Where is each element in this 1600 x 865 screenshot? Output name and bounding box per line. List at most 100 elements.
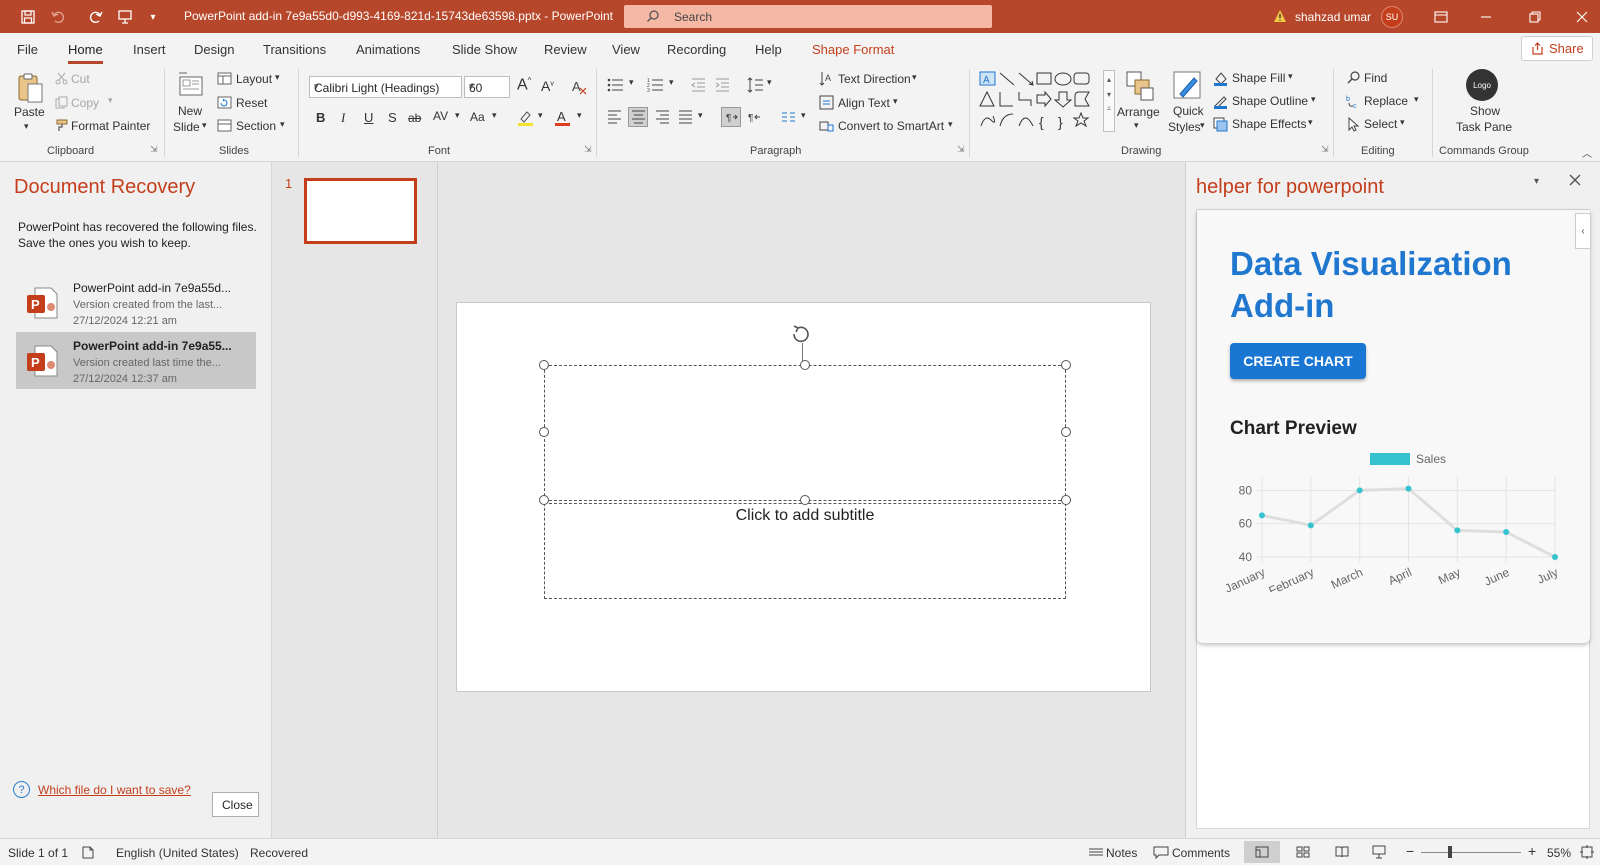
- zoom-level[interactable]: 55%: [1547, 846, 1571, 860]
- customize-qat-icon[interactable]: ▾: [143, 7, 163, 27]
- arrange-icon[interactable]: [1124, 69, 1156, 103]
- line-spacing-icon[interactable]: [746, 76, 764, 94]
- reading-view-icon[interactable]: [1335, 846, 1349, 858]
- tab-file[interactable]: File: [17, 42, 38, 57]
- new-slide-icon[interactable]: [177, 70, 205, 102]
- recovered-file-item[interactable]: P PowerPoint add-in 7e9a55... Version cr…: [16, 332, 256, 389]
- italic-button[interactable]: I: [341, 110, 345, 126]
- slideshow-view-icon[interactable]: [1372, 845, 1386, 859]
- layout-button[interactable]: Layout: [236, 72, 272, 86]
- pane-options-icon[interactable]: ▾: [1534, 176, 1539, 187]
- logo-icon[interactable]: Logo: [1466, 69, 1498, 101]
- chevron-down-icon[interactable]: ▾: [1414, 94, 1419, 105]
- close-pane-icon[interactable]: [1569, 174, 1581, 186]
- close-recovery-button[interactable]: Close: [212, 792, 259, 817]
- shape-fill-button[interactable]: Shape Fill: [1232, 71, 1285, 85]
- present-icon[interactable]: [115, 7, 135, 27]
- convert-smartart-button[interactable]: Convert to SmartArt: [838, 119, 944, 133]
- chevron-down-icon[interactable]: ▾: [455, 110, 460, 121]
- ribbon-display-icon[interactable]: [1431, 7, 1451, 27]
- fit-to-window-icon[interactable]: [1580, 845, 1594, 859]
- layout-dropdown-icon[interactable]: ▾: [275, 72, 280, 83]
- chevron-left-icon[interactable]: ‹: [1575, 213, 1591, 249]
- chevron-down-icon[interactable]: ▾: [698, 110, 703, 121]
- new-slide-dropdown-icon[interactable]: ▾: [202, 120, 207, 131]
- paste-dropdown-icon[interactable]: ▾: [24, 121, 29, 132]
- slide-sorter-icon[interactable]: [1296, 846, 1310, 858]
- shape-outline-button[interactable]: Shape Outline: [1232, 94, 1308, 108]
- strikethrough-button[interactable]: ab: [408, 111, 421, 125]
- tab-shape-format[interactable]: Shape Format: [812, 42, 894, 57]
- justify-icon[interactable]: [677, 109, 693, 125]
- warning-icon[interactable]: [1273, 9, 1287, 23]
- close-window-icon[interactable]: [1572, 7, 1592, 27]
- resize-handle[interactable]: [1061, 427, 1071, 437]
- zoom-out-icon[interactable]: −: [1406, 843, 1414, 859]
- quick-styles-label-1[interactable]: Quick: [1173, 104, 1204, 118]
- resize-handle[interactable]: [1061, 360, 1071, 370]
- chevron-down-icon[interactable]: ▾: [629, 77, 634, 88]
- normal-view-icon[interactable]: [1244, 841, 1280, 863]
- zoom-slider[interactable]: [1421, 852, 1521, 853]
- tab-slide-show[interactable]: Slide Show: [452, 42, 517, 57]
- tab-view[interactable]: View: [612, 42, 640, 57]
- save-icon[interactable]: [18, 7, 38, 27]
- chevron-down-icon[interactable]: ▾: [538, 110, 543, 121]
- language[interactable]: English (United States): [116, 846, 239, 860]
- reset-button[interactable]: Reset: [236, 96, 267, 110]
- rotate-handle-icon[interactable]: [789, 322, 813, 346]
- shape-effects-button[interactable]: Shape Effects: [1232, 117, 1307, 131]
- tab-review[interactable]: Review: [544, 42, 587, 57]
- comments-button[interactable]: Comments: [1172, 846, 1230, 860]
- align-right-icon[interactable]: [654, 109, 670, 125]
- collapse-ribbon-icon[interactable]: ︿: [1582, 145, 1592, 160]
- subtitle-placeholder[interactable]: Click to add subtitle: [544, 503, 1066, 599]
- text-shadow-button[interactable]: S: [388, 110, 397, 125]
- which-file-help-link[interactable]: Which file do I want to save?: [38, 783, 191, 797]
- spelling-icon[interactable]: [82, 846, 96, 859]
- numbering-icon[interactable]: 123: [646, 77, 664, 93]
- format-painter-button[interactable]: Format Painter: [71, 119, 150, 133]
- replace-button[interactable]: Replace: [1364, 94, 1408, 108]
- paragraph-launcher-icon[interactable]: ⇲: [957, 144, 965, 155]
- cut-button[interactable]: Cut: [71, 72, 90, 86]
- tab-insert[interactable]: Insert: [133, 42, 166, 57]
- bold-button[interactable]: B: [316, 110, 325, 125]
- new-slide-label-2[interactable]: Slide: [173, 120, 200, 134]
- share-button[interactable]: Share: [1521, 36, 1593, 61]
- align-left-icon[interactable]: [606, 109, 622, 125]
- chevron-down-icon[interactable]: ▾: [1311, 94, 1316, 105]
- chevron-down-icon[interactable]: ▾: [948, 119, 953, 130]
- chevron-down-icon[interactable]: ▾: [577, 110, 582, 121]
- select-button[interactable]: Select: [1364, 117, 1397, 131]
- character-spacing-button[interactable]: AV: [433, 109, 448, 123]
- underline-button[interactable]: U: [364, 110, 373, 125]
- copy-dropdown-icon[interactable]: ▾: [108, 95, 113, 106]
- show-task-pane-label-1[interactable]: Show: [1470, 104, 1500, 118]
- chevron-down-icon[interactable]: ▾: [767, 77, 772, 88]
- new-slide-label-1[interactable]: New: [178, 104, 202, 118]
- user-name[interactable]: shahzad umar: [1295, 10, 1371, 24]
- resize-handle[interactable]: [539, 495, 549, 505]
- shapes-gallery-scroll[interactable]: ▴ ▾ ⩡: [1103, 70, 1115, 132]
- slide-thumbnail[interactable]: [304, 178, 417, 244]
- font-launcher-icon[interactable]: ⇲: [584, 144, 592, 155]
- redo-icon[interactable]: [86, 7, 106, 27]
- show-task-pane-label-2[interactable]: Task Pane: [1456, 120, 1512, 134]
- avatar[interactable]: SU: [1381, 6, 1403, 28]
- font-family-select[interactable]: Calibri Light (Headings) ▾: [309, 76, 462, 98]
- increase-font-icon[interactable]: A^: [517, 76, 531, 94]
- tab-help[interactable]: Help: [755, 42, 782, 57]
- align-text-button[interactable]: Align Text: [838, 96, 890, 110]
- search-box[interactable]: Search: [624, 5, 992, 28]
- chevron-down-icon[interactable]: ▾: [801, 110, 806, 121]
- chevron-down-icon[interactable]: ▾: [492, 110, 497, 121]
- chevron-down-icon[interactable]: ▾: [893, 96, 898, 107]
- chevron-down-icon[interactable]: ▾: [1134, 120, 1139, 131]
- minimize-icon[interactable]: [1476, 7, 1496, 27]
- restore-icon[interactable]: [1525, 7, 1545, 27]
- decrease-font-icon[interactable]: Av: [541, 78, 554, 94]
- resize-handle[interactable]: [800, 495, 810, 505]
- ltr-direction-icon[interactable]: ¶: [721, 107, 741, 127]
- copy-button[interactable]: Copy: [71, 96, 99, 110]
